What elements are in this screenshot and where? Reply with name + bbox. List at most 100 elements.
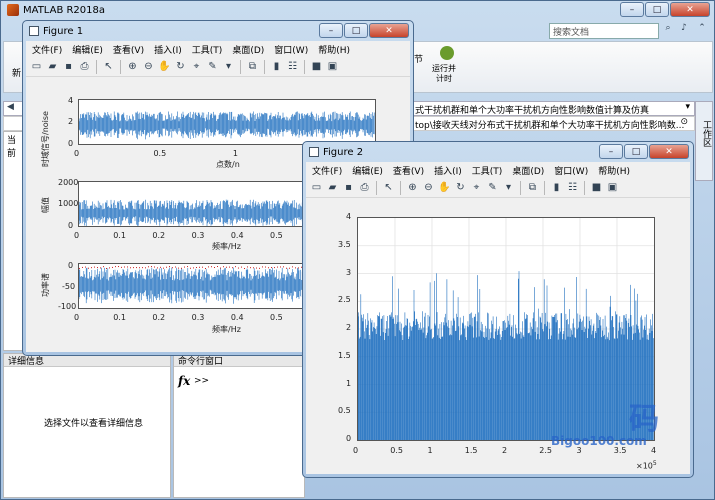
axes-time-ytick: 4 xyxy=(68,96,74,105)
menu-file[interactable]: 文件(F) xyxy=(312,164,342,177)
zoom-out-icon[interactable]: ⊖ xyxy=(142,60,155,73)
figure2-menubar: 文件(F) 编辑(E) 查看(V) 插入(I) 工具(T) 桌面(D) 窗口(W… xyxy=(306,162,690,178)
menu-view[interactable]: 查看(V) xyxy=(393,164,424,177)
figure1-close-button[interactable]: ✕ xyxy=(369,23,409,38)
minimize-button[interactable]: – xyxy=(620,2,644,17)
menu-tools[interactable]: 工具(T) xyxy=(472,164,503,177)
hide-tools-icon[interactable]: ■ xyxy=(310,60,323,73)
menu-edit[interactable]: 编辑(E) xyxy=(72,43,103,56)
x-tick-label: 0.3 xyxy=(191,313,205,322)
menu-window[interactable]: 窗口(W) xyxy=(554,164,588,177)
command-window[interactable]: 命令行窗口 fx >> xyxy=(173,353,305,498)
menu-desktop[interactable]: 桌面(D) xyxy=(232,43,264,56)
new-figure-icon[interactable]: ▭ xyxy=(30,60,43,73)
axes-power-xlabel: 频率/Hz xyxy=(212,325,241,334)
path-expand-icon[interactable]: ⊙ xyxy=(680,117,688,127)
close-button[interactable]: ✕ xyxy=(670,2,710,17)
search-box[interactable]: 搜索文档 xyxy=(549,23,659,39)
open-file-icon[interactable]: ▰ xyxy=(326,181,339,194)
dock-icon[interactable]: ▣ xyxy=(606,181,619,194)
collapse-ribbon-icon[interactable]: ⌃ xyxy=(695,23,709,39)
menu-tools[interactable]: 工具(T) xyxy=(192,43,223,56)
menu-insert[interactable]: 插入(I) xyxy=(434,164,462,177)
x-tick-label: 0.5 xyxy=(270,313,283,322)
hide-tools-icon[interactable]: ■ xyxy=(590,181,603,194)
figure1-title: Figure 1 xyxy=(43,25,84,37)
menu-view[interactable]: 查看(V) xyxy=(113,43,144,56)
menu-file[interactable]: 文件(F) xyxy=(32,43,62,56)
menu-help[interactable]: 帮助(H) xyxy=(318,43,350,56)
figure1-maximize-button[interactable]: □ xyxy=(344,23,368,38)
save-icon[interactable]: ▪ xyxy=(342,181,355,194)
brush-dropdown-icon[interactable]: ▾ xyxy=(222,60,235,73)
data-cursor-icon[interactable]: ⌖ xyxy=(470,181,483,194)
y-tick-label: 2 xyxy=(346,323,352,332)
new-figure-icon[interactable]: ▭ xyxy=(310,181,323,194)
matlab-logo-icon xyxy=(7,4,19,16)
print-icon[interactable]: ⎙ xyxy=(78,60,91,73)
zoom-in-icon[interactable]: ⊕ xyxy=(406,181,419,194)
zoom-in-icon[interactable]: ⊕ xyxy=(126,60,139,73)
brush-dropdown-icon[interactable]: ▾ xyxy=(502,181,515,194)
rotate-icon[interactable]: ↻ xyxy=(454,181,467,194)
colorbar-icon[interactable]: ▮ xyxy=(550,181,563,194)
figure2-axes[interactable] xyxy=(357,217,655,441)
save-icon[interactable]: ▪ xyxy=(62,60,75,73)
workspace-side-tab[interactable]: 工作区 xyxy=(695,101,713,181)
colorbar-icon[interactable]: ▮ xyxy=(270,60,283,73)
pan-icon[interactable]: ✋ xyxy=(438,181,451,194)
zoom-out-icon[interactable]: ⊖ xyxy=(422,181,435,194)
menu-window[interactable]: 窗口(W) xyxy=(274,43,308,56)
menu-desktop[interactable]: 桌面(D) xyxy=(512,164,544,177)
link-icon[interactable]: ⧉ xyxy=(246,60,259,73)
figure1-menubar: 文件(F) 编辑(E) 查看(V) 插入(I) 工具(T) 桌面(D) 窗口(W… xyxy=(26,41,410,57)
x-tick-label: 1.5 xyxy=(464,446,478,455)
details-panel: 详细信息 选择文件以查看详细信息 xyxy=(3,353,171,498)
figure2-maximize-button[interactable]: □ xyxy=(624,144,648,159)
menu-edit[interactable]: 编辑(E) xyxy=(352,164,383,177)
main-title: MATLAB R2018a xyxy=(23,4,106,16)
legend-icon[interactable]: ☷ xyxy=(286,60,299,73)
brush-icon[interactable]: ✎ xyxy=(486,181,499,194)
x-tick-label: 0.1 xyxy=(113,231,126,240)
address-dropdown-icon[interactable]: ▾ xyxy=(685,102,690,112)
brush-icon[interactable]: ✎ xyxy=(206,60,219,73)
rotate-icon[interactable]: ↻ xyxy=(174,60,187,73)
axes-amplitude-ytick: 2000 xyxy=(58,178,79,187)
spectrum-plot xyxy=(358,218,654,440)
dock-icon[interactable]: ▣ xyxy=(326,60,339,73)
ribbon-new-partial[interactable]: 新 xyxy=(12,66,21,79)
print-icon[interactable]: ⎙ xyxy=(358,181,371,194)
menu-insert[interactable]: 插入(I) xyxy=(154,43,182,56)
x-exponent-label: ×105 xyxy=(636,460,657,471)
figure1-minimize-button[interactable]: – xyxy=(319,23,343,38)
x-tick-label: 0.2 xyxy=(152,313,166,322)
data-cursor-icon[interactable]: ⌖ xyxy=(190,60,203,73)
figure2-minimize-button[interactable]: – xyxy=(599,144,623,159)
figure-icon xyxy=(29,26,39,36)
y-tick-label: 1 xyxy=(346,378,352,388)
pan-icon[interactable]: ✋ xyxy=(158,60,171,73)
pointer-icon[interactable]: ↖ xyxy=(382,181,395,194)
pointer-icon[interactable]: ↖ xyxy=(102,60,115,73)
y-tick-label: 2.5 xyxy=(338,295,351,305)
search-icon[interactable]: ⌕ xyxy=(661,23,675,39)
open-file-icon[interactable]: ▰ xyxy=(46,60,59,73)
figure1-axes-time[interactable] xyxy=(78,99,376,145)
menu-help[interactable]: 帮助(H) xyxy=(598,164,630,177)
link-icon[interactable]: ⧉ xyxy=(526,181,539,194)
figure2-close-button[interactable]: ✕ xyxy=(649,144,689,159)
fx-icon[interactable]: fx xyxy=(178,374,190,388)
x-tick-label: 2 xyxy=(502,446,508,455)
bell-icon[interactable]: ♪ xyxy=(677,23,691,39)
axes-time-ylabel: 时域信号/noise xyxy=(41,111,50,167)
advance-button[interactable]: 节 xyxy=(414,52,423,65)
axes-time-ytick: 2 xyxy=(68,117,74,126)
legend-icon[interactable]: ☷ xyxy=(566,181,579,194)
figure-icon xyxy=(309,147,319,157)
back-arrow-icon[interactable]: ◀ xyxy=(7,102,14,112)
command-prompt: >> xyxy=(194,376,210,386)
maximize-button[interactable]: □ xyxy=(645,2,669,17)
figure2-title: Figure 2 xyxy=(323,146,364,158)
run-and-time-button[interactable]: 运行并 计时 xyxy=(432,64,456,84)
